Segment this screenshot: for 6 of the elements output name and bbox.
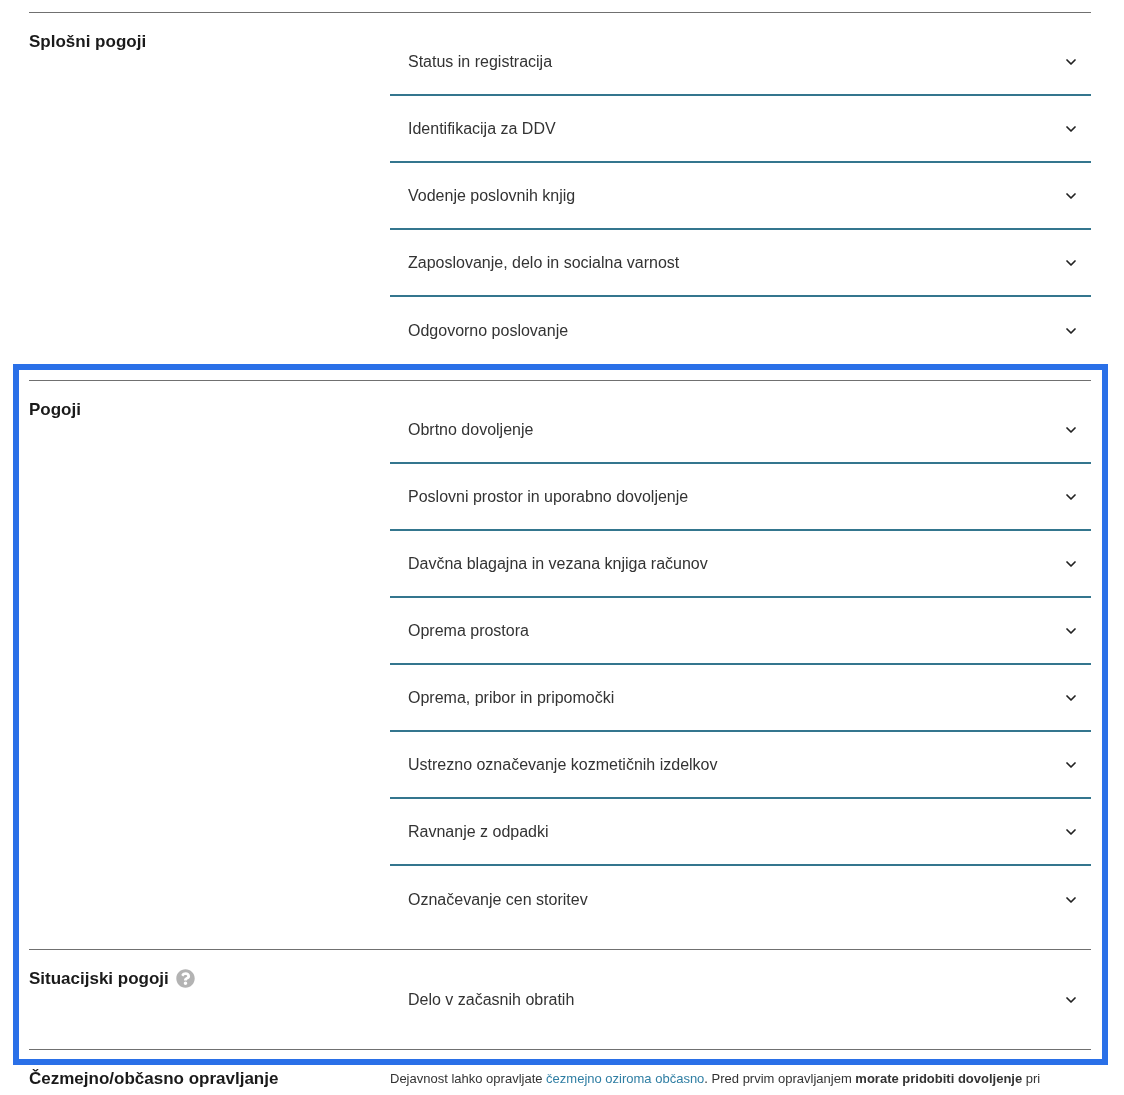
section-heading: Čezmejno/občasno opravljanje [29,1068,279,1090]
section-heading: Splošni pogoji [29,31,147,53]
intro-paragraph: Dejavnost lahko opravljate čezmejno oziroma občasno. Pred prvim opravljanjem morate pridobiti dovoljenje pri [390,1070,1042,1088]
help-icon[interactable] [175,969,195,988]
section-heading: Situacijski pogoji [29,968,169,990]
section-heading: Pogoji [29,399,81,421]
